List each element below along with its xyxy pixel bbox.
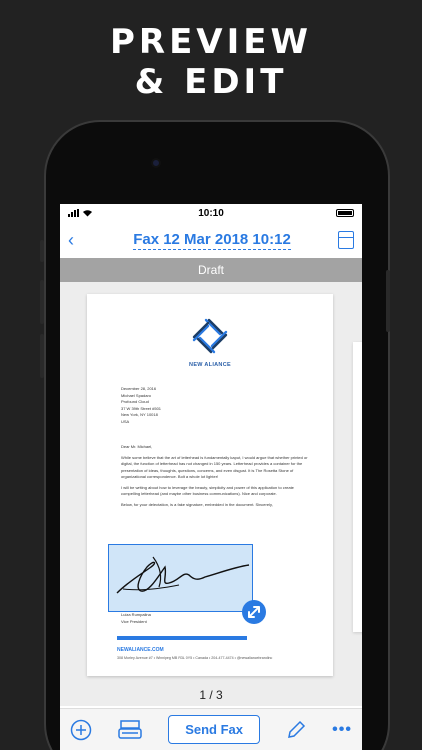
- signature-selection[interactable]: [108, 544, 253, 612]
- battery-area: [304, 209, 354, 217]
- signer-name: Luiza Rumpalina: [121, 612, 151, 617]
- paragraph: I will be writing about how to leverage …: [121, 484, 294, 497]
- camera-icon: [151, 158, 161, 168]
- volume-up-button: [40, 280, 44, 324]
- footer-address: 308 Morley Avenue #7 • Winnipeg MB R3L 0…: [117, 656, 273, 660]
- headline: PREVIEW & EDIT: [0, 22, 422, 102]
- page-indicator: 1 / 3: [199, 688, 223, 702]
- company-name: NEW ALIANCE: [189, 362, 231, 368]
- pages-icon[interactable]: [338, 231, 354, 249]
- headline-line-1: PREVIEW: [109, 22, 313, 62]
- battery-icon: [335, 209, 354, 217]
- signature-icon: [116, 556, 250, 594]
- pencil-icon[interactable]: [285, 719, 307, 741]
- bottom-toolbar: Send Fax •••: [60, 708, 362, 750]
- signer-title: Vice President: [121, 618, 147, 624]
- letter-body: Dear Mr. Michael, While some believe tha…: [121, 444, 311, 512]
- paragraph: Below, for your delectation, is a fake s…: [121, 501, 273, 507]
- scanner-icon[interactable]: [117, 719, 143, 741]
- document-canvas[interactable]: NEW ALIANCE December 28, 2016 Michael Sp…: [60, 282, 362, 706]
- footer-website: NEWALIANCE.COM: [117, 647, 164, 653]
- resize-handle-icon[interactable]: [242, 600, 266, 624]
- chevron-left-icon[interactable]: ‹: [68, 230, 86, 251]
- company-logo-icon: [192, 318, 228, 354]
- app-screen: 10:10 ‹ Fax 12 Mar 2018 10:12 Draft NEW …: [60, 204, 362, 750]
- draft-banner: Draft: [60, 258, 362, 282]
- nav-title[interactable]: Fax 12 Mar 2018 10:12: [133, 231, 291, 250]
- status-bar: 10:10: [60, 204, 362, 222]
- paragraph: While some believe that the art of lette…: [121, 454, 308, 480]
- signer-block: Luiza Rumpalina Vice President: [121, 612, 151, 625]
- send-fax-button[interactable]: Send Fax: [168, 715, 260, 744]
- greeting: Dear Mr. Michael,: [121, 444, 153, 449]
- signal-icons: [68, 209, 118, 217]
- mute-switch: [40, 240, 44, 262]
- recipient-address: December 28, 2016 Michael Spadaro Profou…: [121, 386, 241, 425]
- headline-line-2: & EDIT: [134, 62, 288, 102]
- footer-rule: [117, 636, 247, 640]
- add-circle-icon[interactable]: [70, 719, 92, 741]
- power-button: [386, 270, 390, 332]
- letter-page[interactable]: NEW ALIANCE December 28, 2016 Michael Sp…: [87, 294, 333, 676]
- cellular-signal-icon: [68, 209, 79, 217]
- address-line: USA: [121, 418, 130, 424]
- status-time: 10:10: [198, 207, 224, 219]
- more-options-icon[interactable]: •••: [332, 721, 352, 739]
- next-page-preview[interactable]: [353, 342, 362, 632]
- volume-down-button: [40, 334, 44, 378]
- wifi-icon: [83, 210, 92, 217]
- nav-bar: ‹ Fax 12 Mar 2018 10:12: [60, 222, 362, 258]
